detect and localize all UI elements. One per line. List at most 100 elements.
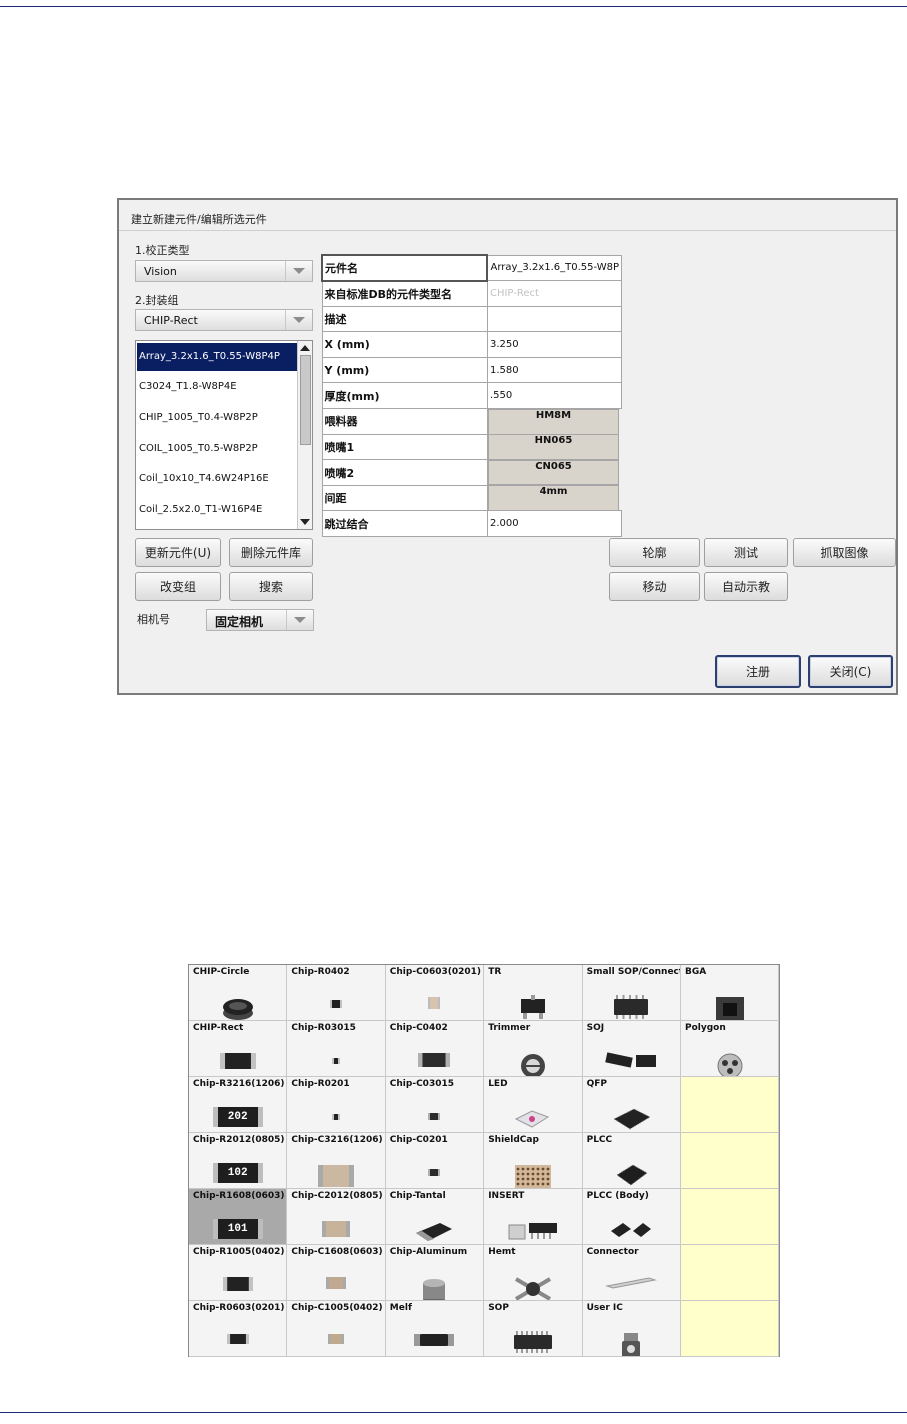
property-row: X (mm) 3.250 [321,331,623,358]
package-image [426,995,442,1015]
package-cell[interactable]: Chip-C3216(1206) [287,1133,386,1189]
chevron-down-icon[interactable] [285,261,312,281]
package-cell[interactable]: INSERT [484,1189,583,1245]
property-value[interactable]: HM8M [487,409,619,435]
list-item[interactable]: Coil_2.5x2.0_T1-W16P4E [137,496,299,524]
package-cell[interactable]: CHIP-Circle [189,965,288,1021]
package-name: Hemt [488,1247,516,1257]
package-cell[interactable]: Chip-C1005(0402) [287,1301,386,1357]
package-name: PLCC [586,1135,613,1145]
correction-type-select[interactable]: Vision [135,260,313,282]
package-cell[interactable]: Chip-R0201 [287,1077,386,1133]
camera-select[interactable]: 固定相机 [206,609,314,631]
package-image [328,995,344,1014]
package-cell-empty [681,1189,780,1245]
package-cell[interactable]: Chip-R2012(0805) 102 [189,1133,288,1189]
capture-image-button[interactable]: 抓取图像 [793,538,896,567]
package-cell[interactable]: Chip-R1608(0603) 101 [189,1189,288,1245]
package-cell[interactable]: CHIP-Rect [189,1021,288,1077]
search-button[interactable]: 搜索 [229,572,313,601]
package-cell[interactable]: Chip-C1608(0603) [287,1245,386,1301]
update-component-button[interactable]: 更新元件(U) [135,538,221,567]
package-cell[interactable]: Chip-R0402 [287,965,386,1021]
list-item[interactable]: C3024_T1.8-W8P4E [137,373,299,401]
package-cell[interactable]: Chip-Aluminum [385,1245,485,1301]
property-value[interactable]: 3.250 [486,331,623,358]
component-list[interactable]: Array_3.2x1.6_T0.55-W8P4P C3024_T1.8-W8P… [135,340,313,530]
package-cell[interactable]: Chip-R0603(0201) [189,1301,288,1357]
package-image [512,1275,554,1300]
property-row: 喷嘴1 HN065 [321,433,622,461]
list-item[interactable]: Array_3.2x1.6_T0.55-W8P4P [137,343,299,371]
list-scrollbar[interactable] [297,341,312,529]
auto-teach-button[interactable]: 自动示教 [704,572,788,601]
package-group-select[interactable]: CHIP-Rect [135,309,313,331]
property-value[interactable]: 4mm [487,485,619,511]
property-value[interactable] [486,305,623,333]
package-cell[interactable]: SOJ [582,1021,681,1077]
property-value[interactable]: HN065 [487,434,619,460]
package-cell[interactable]: User IC [582,1301,681,1357]
package-cell[interactable]: Polygon [681,1021,780,1077]
scroll-up-icon[interactable] [300,345,310,351]
property-row: 喂料器 HM8M [321,408,622,435]
package-cell[interactable]: Chip-C2012(0805) [287,1189,386,1245]
package-cell[interactable]: TR [484,965,583,1021]
list-item[interactable]: CHIP_1005_T0.4-W8P2P [137,404,299,432]
contour-button[interactable]: 轮廓 [609,538,700,567]
package-cell[interactable]: Chip-C0402 [385,1021,485,1077]
package-cell[interactable]: Chip-R03015 [287,1021,386,1077]
package-cell[interactable]: Hemt [484,1245,583,1301]
package-cell[interactable]: Melf [385,1301,485,1357]
package-cell[interactable]: Chip-C0603(0201) [385,965,485,1021]
package-cell[interactable]: Connector [582,1245,681,1301]
package-image [426,1163,442,1182]
package-cell[interactable]: Trimmer [484,1021,583,1077]
title-divider [119,230,896,231]
package-cell[interactable]: Small SOP/Connector [582,965,681,1021]
property-value[interactable]: CN065 [487,459,619,486]
property-key: 间距 [321,484,488,512]
register-button[interactable]: 注册 [715,655,801,688]
package-image [316,1163,356,1188]
package-image [225,1331,251,1350]
scroll-down-icon[interactable] [300,519,310,525]
list-item[interactable]: COIL_1005_T0.5-W8P2P [137,435,299,463]
change-group-button[interactable]: 改变组 [135,572,221,601]
close-button[interactable]: 关闭(C) [808,655,893,688]
property-key: 喷嘴2 [321,459,488,486]
package-image [510,1331,556,1356]
property-value[interactable]: Array_3.2x1.6_T0.55-W8P [486,254,623,282]
chevron-down-icon[interactable] [286,610,313,630]
property-value[interactable]: 2.000 [486,510,623,538]
scroll-thumb[interactable] [300,355,311,445]
package-cell[interactable]: BGA [681,965,780,1021]
package-image: 101 [212,1219,263,1239]
move-button[interactable]: 移动 [609,572,700,601]
property-value[interactable]: .550 [486,382,623,410]
package-cell[interactable]: PLCC [582,1133,681,1189]
package-name: Chip-Tantal [389,1191,446,1201]
package-cell[interactable]: ShieldCap [484,1133,583,1189]
test-button[interactable]: 测试 [704,538,788,567]
package-cell[interactable]: Chip-R1005(0402) [189,1245,288,1301]
package-cell[interactable]: Chip-C0201 [385,1133,485,1189]
delete-library-button[interactable]: 删除元件库 [229,538,313,567]
package-cell[interactable]: Chip-C03015 [385,1077,485,1133]
property-row: 描述 [321,305,623,333]
list-item[interactable]: Coil_10x10_T4.6W24P16E [137,465,299,493]
package-image: 202 [212,1107,263,1127]
property-value[interactable]: 1.580 [486,356,623,384]
package-cell[interactable]: SOP [484,1301,583,1357]
package-cell[interactable]: PLCC (Body) [582,1189,681,1245]
package-cell[interactable]: LED [484,1077,583,1133]
package-cell[interactable]: Chip-Tantal [385,1189,485,1245]
package-image: 102 [212,1163,263,1183]
package-image [610,1107,652,1132]
package-image [512,1107,554,1132]
property-value[interactable]: CHIP-Rect [486,280,623,307]
package-cell[interactable]: QFP [582,1077,681,1133]
chevron-down-icon[interactable] [285,310,312,330]
package-cell-empty [681,1245,780,1301]
package-cell[interactable]: Chip-R3216(1206) 202 [189,1077,288,1133]
